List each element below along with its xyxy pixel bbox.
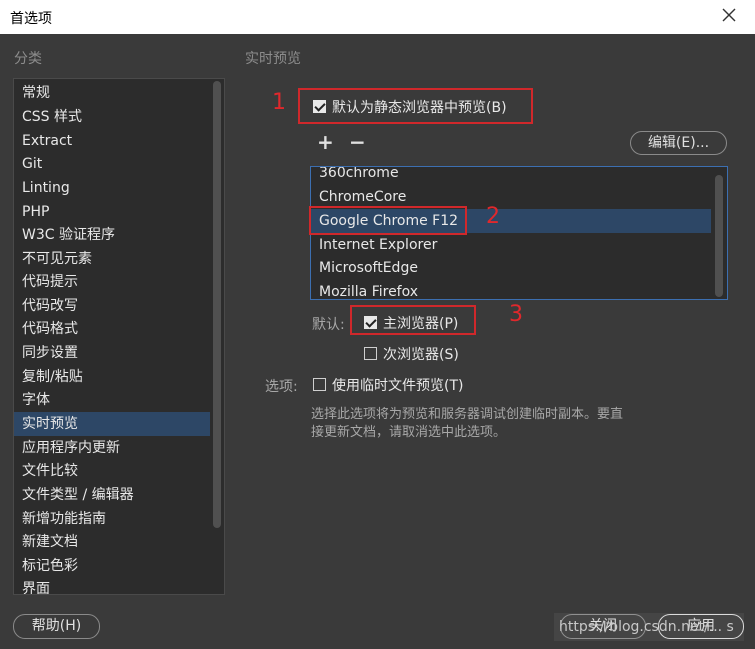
category-heading: 分类 (14, 51, 42, 67)
category-item[interactable]: 代码改写 (14, 294, 210, 318)
category-item[interactable]: 代码格式 (14, 317, 210, 341)
preferences-dialog: 首选项 分类 实时预览 常规 CSS 样式 Extract Git Lintin… (0, 0, 755, 649)
category-item[interactable]: 常规 (14, 81, 210, 105)
category-item[interactable]: 复制/粘贴 (14, 365, 210, 389)
default-static-label: 默认为静态浏览器中预览(B) (332, 100, 507, 116)
category-item[interactable]: 代码提示 (14, 270, 210, 294)
add-browser-button[interactable]: + (317, 130, 334, 154)
category-item[interactable]: PHP (14, 200, 210, 224)
default-label: 默认: (312, 317, 345, 333)
category-item[interactable]: Git (14, 152, 210, 176)
watermark: https://blog.csdn.net/... s (559, 619, 734, 635)
title-bar: 首选项 (0, 0, 755, 34)
close-icon[interactable] (719, 5, 739, 25)
category-item[interactable]: 文件类型 / 编辑器 (14, 483, 210, 507)
category-item[interactable]: CSS 样式 (14, 105, 210, 129)
secondary-browser-label: 次浏览器(S) (383, 347, 459, 363)
category-item[interactable]: 界面 (14, 577, 210, 594)
section-heading: 实时预览 (245, 51, 301, 67)
annotation-box (309, 206, 467, 235)
browser-item[interactable]: Mozilla Firefox (311, 280, 711, 299)
category-item[interactable]: 标记色彩 (14, 554, 210, 578)
help-button[interactable]: 帮助(H) (13, 614, 100, 639)
default-static-checkbox[interactable] (313, 100, 326, 113)
secondary-browser-checkbox[interactable] (364, 347, 377, 360)
category-list[interactable]: 常规 CSS 样式 Extract Git Linting PHP W3C 验证… (13, 78, 225, 595)
category-item[interactable]: 新增功能指南 (14, 507, 210, 531)
category-item[interactable]: 新建文档 (14, 530, 210, 554)
browser-item[interactable]: Internet Explorer (311, 233, 711, 257)
category-scrollbar[interactable] (213, 81, 221, 528)
window-title: 首选项 (10, 11, 52, 27)
category-item-selected[interactable]: 实时预览 (14, 412, 210, 436)
category-item[interactable]: 不可见元素 (14, 247, 210, 271)
category-item[interactable]: 应用程序内更新 (14, 436, 210, 460)
browser-item[interactable]: MicrosoftEdge (311, 256, 711, 280)
remove-browser-button[interactable]: − (349, 130, 366, 154)
edit-button[interactable]: 编辑(E)... (630, 131, 727, 155)
annotation-number: 1 (272, 90, 286, 115)
option-description: 选择此选项将为预览和服务器调试创建临时副本。要直接更新文档，请取消选中此选项。 (311, 407, 624, 440)
annotation-number: 2 (486, 204, 500, 229)
primary-browser-label: 主浏览器(P) (383, 316, 459, 332)
category-item[interactable]: Linting (14, 176, 210, 200)
options-label: 选项: (265, 379, 298, 395)
category-item[interactable]: 文件比较 (14, 459, 210, 483)
browser-item[interactable]: 360chrome (311, 167, 711, 185)
category-item[interactable]: 字体 (14, 388, 210, 412)
primary-browser-checkbox[interactable] (364, 316, 377, 329)
category-item[interactable]: Extract (14, 129, 210, 153)
category-item[interactable]: W3C 验证程序 (14, 223, 210, 247)
temp-file-checkbox[interactable] (313, 378, 326, 391)
browser-list-scrollbar[interactable] (715, 175, 723, 297)
category-item[interactable]: 同步设置 (14, 341, 210, 365)
temp-file-label: 使用临时文件预览(T) (332, 378, 464, 394)
annotation-number: 3 (509, 302, 523, 327)
